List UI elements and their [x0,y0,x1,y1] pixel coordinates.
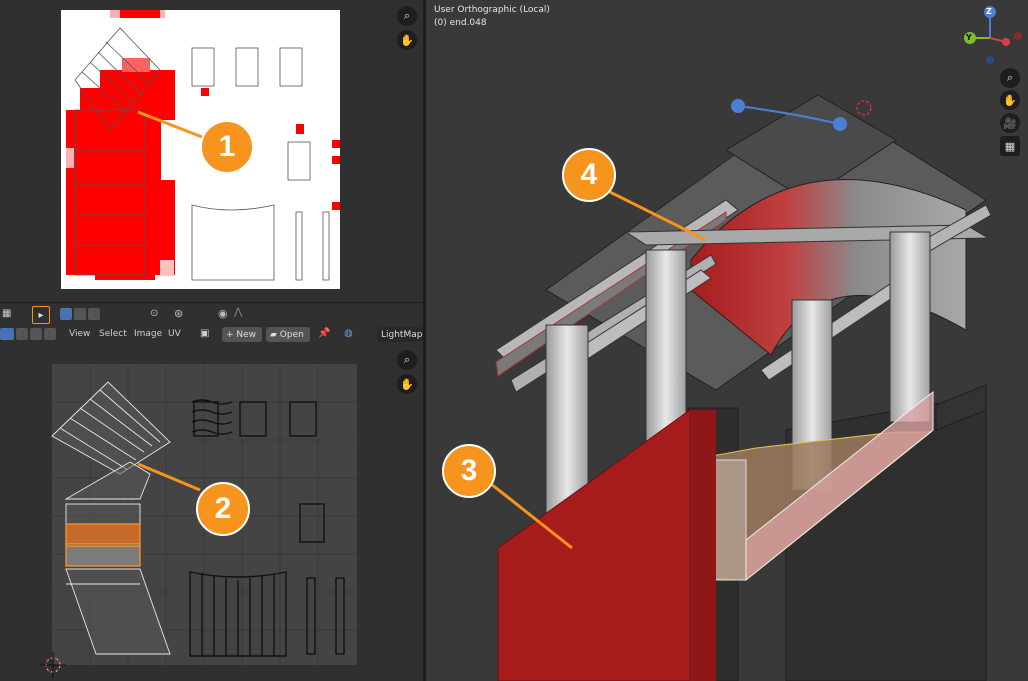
callout-1: 1 [200,120,254,174]
uv-zoom-icon[interactable]: ⌕ [397,350,417,370]
uv-tool-header: ▦ ▸ ⊙ ⊛ ◉ ⋀ [0,304,423,326]
callout-2: 2 [196,482,250,536]
gizmo-z-label: Z [986,7,992,16]
vertex-mode-icon[interactable] [74,308,86,320]
uv-pan-hand-icon[interactable]: ✋ [397,374,417,394]
viewport-pan-hand-icon[interactable]: ✋ [1000,90,1020,110]
editor-type-icon[interactable]: ▦ [2,308,20,322]
grid-toggle-icon[interactable]: ▦ [1000,136,1020,156]
menu-view[interactable]: View [69,329,90,339]
menu-uv[interactable]: UV [168,329,181,339]
edge-select-icon[interactable] [30,328,42,340]
3d-viewport[interactable]: User Orthographic (Local) (0) end.048 Z … [426,0,1028,681]
uv-sync-icon[interactable] [60,308,72,320]
open-image-button[interactable]: ▰ Open [266,327,310,342]
3d-cursor-icon[interactable] [856,100,872,116]
pan-hand-icon[interactable]: ✋ [397,30,417,50]
uv-menu-header: View Select Image UV ▣ + New ▰ Open 📌 ◍ … [0,326,423,344]
edge-mode-icon[interactable] [88,308,100,320]
gizmo-handle-1[interactable] [731,99,745,113]
callout-3: 3 [442,444,496,498]
menu-image[interactable]: Image [134,329,162,339]
image-name-field[interactable]: LightMap [377,327,423,342]
uv-select-mode-icon[interactable] [0,328,14,340]
proportional-edit-icon[interactable]: ◉ [218,307,228,320]
folder-icon: ▰ [270,329,280,340]
camera-icon[interactable]: 🎥 [1000,113,1020,133]
callout-4: 4 [562,148,616,202]
plus-icon: + [226,329,237,340]
vertex-select-icon[interactable] [16,328,28,340]
falloff-icon[interactable]: ⋀ [234,307,242,318]
menu-select[interactable]: Select [99,329,127,339]
pivot-icon[interactable]: ⊙ [150,308,158,319]
face-select-icon[interactable] [44,328,56,340]
viewport-zoom-icon[interactable]: ⌕ [1000,68,1020,88]
image-slot-icon[interactable]: ◍ [344,328,353,339]
pin-icon[interactable]: 📌 [318,328,330,339]
zoom-icon[interactable]: ⌕ [397,6,417,26]
scene-mesh [485,94,992,681]
new-image-button[interactable]: + New [222,327,262,342]
select-tool-icon[interactable]: ▸ [32,306,50,324]
image-browse-icon[interactable]: ▣ [200,328,209,339]
gizmo-y-label: Y [966,33,972,42]
snap-icon[interactable]: ⊛ [174,307,183,320]
image-editor-lightmap[interactable]: ⌕ ✋ 1 [0,0,423,303]
gizmo-handle-2[interactable] [833,117,847,131]
